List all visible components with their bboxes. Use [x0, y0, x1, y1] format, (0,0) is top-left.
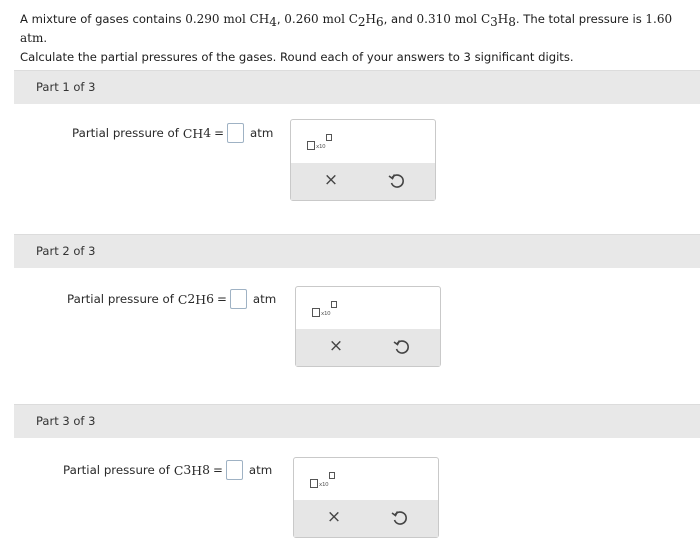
problem-line-1: A mixture of gases contains 0.290 mol CH… — [20, 10, 700, 48]
part-2-header: Part 2 of 3 — [14, 234, 700, 268]
formula-part: CH — [182, 125, 204, 141]
undo-icon[interactable] — [387, 171, 407, 191]
problem-line-2: Calculate the partial pressures of the g… — [20, 50, 574, 64]
part-1-question: Partial pressure of CH 4 = atm — [72, 123, 273, 143]
part-3-header: Part 3 of 3 — [14, 404, 700, 438]
problem-math: H — [497, 12, 509, 26]
answer-input[interactable] — [226, 123, 244, 143]
question-label: Partial pressure of — [67, 292, 174, 306]
question-label: Partial pressure of — [72, 126, 179, 140]
unit-label: atm — [248, 463, 273, 477]
tool-bar: × — [296, 329, 440, 366]
answer-input[interactable] — [225, 460, 243, 480]
formula-part: H — [195, 291, 207, 307]
unit-label: atm — [249, 126, 274, 140]
problem-text: A mixture of gases contains — [20, 12, 186, 26]
equals-sign: = — [216, 292, 227, 306]
subscript: 2 — [357, 15, 366, 29]
x10-label: x10 — [316, 144, 326, 150]
formula-part: C — [173, 462, 184, 478]
scientific-notation-icon[interactable]: x10 — [307, 134, 333, 156]
part-1-tool-panel: x10 × — [290, 119, 436, 201]
problem-text: . — [43, 31, 48, 45]
problem-math: 0.310 mol C — [416, 12, 491, 26]
part-1-title: Part 1 of 3 — [36, 80, 96, 94]
undo-icon[interactable] — [390, 508, 410, 528]
subscript: 6 — [376, 15, 384, 29]
problem-text: . The total pressure is — [515, 12, 646, 26]
problem-math: 0.290 mol CH — [185, 12, 270, 26]
part-3-question: Partial pressure of C3H8 = atm — [63, 460, 272, 480]
part-1-header: Part 1 of 3 — [14, 70, 700, 104]
x10-label: x10 — [321, 311, 331, 317]
unit-label: atm — [252, 292, 277, 306]
question-label: Partial pressure of — [63, 463, 170, 477]
x10-label: x10 — [319, 482, 329, 488]
part-3-title: Part 3 of 3 — [36, 414, 96, 428]
subscript: 4 — [269, 15, 277, 29]
part-2-question: Partial pressure of C2H6 = atm — [67, 289, 276, 309]
subscript: 3 — [490, 15, 498, 29]
part-2-title: Part 2 of 3 — [36, 244, 96, 258]
equals-sign: = — [212, 463, 223, 477]
answer-input[interactable] — [229, 289, 247, 309]
scientific-notation-icon[interactable]: x10 — [312, 301, 338, 323]
part-3-tool-panel: x10 × — [293, 457, 439, 538]
part-2-tool-panel: x10 × — [295, 286, 441, 367]
formula-part: C — [177, 291, 188, 307]
problem-text: , and — [383, 12, 417, 26]
clear-x-icon[interactable]: × — [321, 170, 341, 190]
clear-x-icon[interactable]: × — [324, 507, 344, 527]
tool-bar: × — [294, 500, 438, 537]
problem-math: H — [365, 12, 377, 26]
undo-icon[interactable] — [392, 337, 412, 357]
equals-sign: = — [214, 126, 224, 140]
problem-math: 0.260 mol C — [284, 12, 358, 26]
scientific-notation-icon[interactable]: x10 — [310, 472, 336, 494]
tool-bar: × — [291, 163, 435, 200]
formula-part: H — [191, 462, 203, 478]
problem-statement: A mixture of gases contains 0.290 mol CH… — [20, 10, 700, 67]
clear-x-icon[interactable]: × — [326, 336, 346, 356]
subscript: 8 — [508, 15, 516, 29]
